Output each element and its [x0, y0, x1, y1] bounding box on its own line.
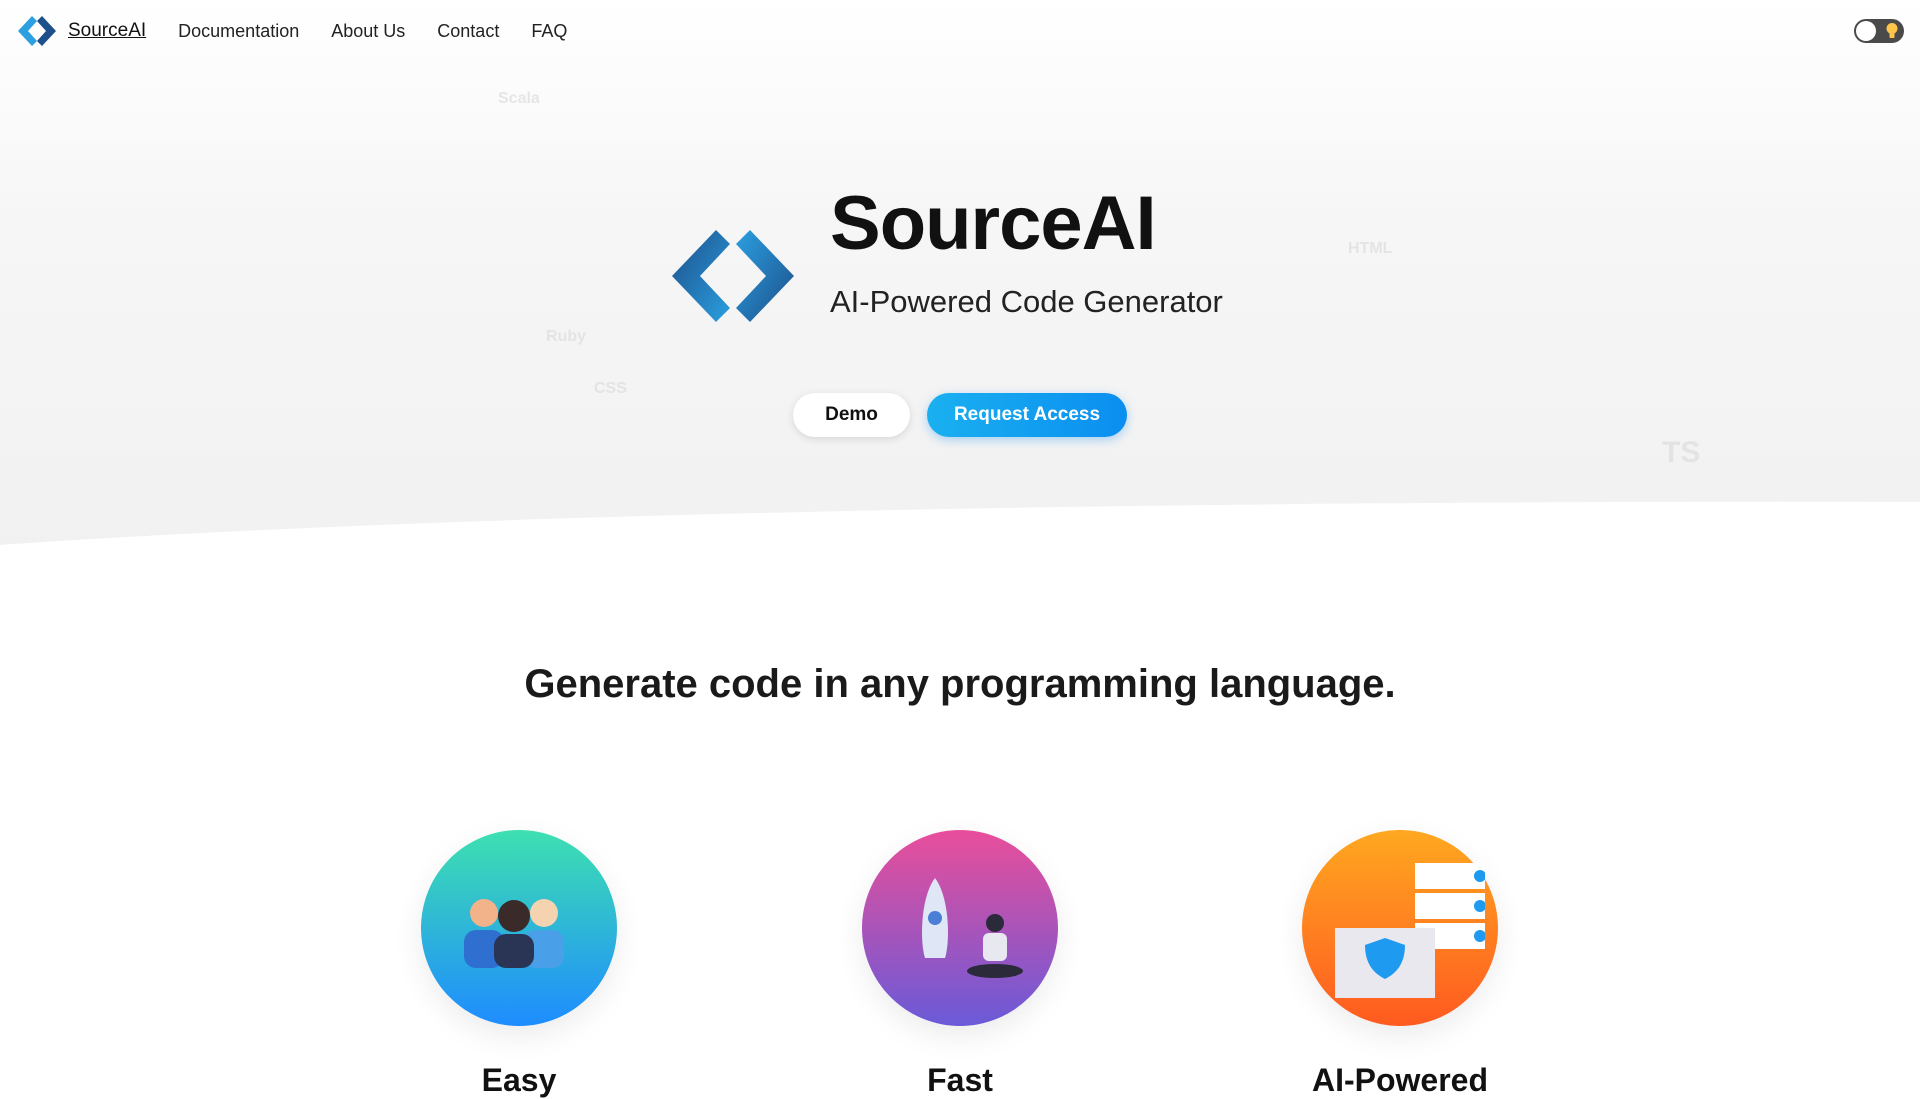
css-bg-icon: CSS — [594, 380, 627, 397]
hero-subtitle: AI-Powered Code Generator — [830, 284, 1223, 319]
sourceai-logo-icon — [18, 16, 56, 46]
nav-contact[interactable]: Contact — [437, 21, 499, 42]
brand-link[interactable]: SourceAI — [16, 14, 146, 48]
hero-logo-icon — [672, 230, 794, 322]
feature-label: Fast — [927, 1062, 993, 1098]
toggle-knob — [1856, 21, 1876, 41]
ruby-bg-icon: Ruby — [546, 328, 586, 345]
top-nav: SourceAI Documentation About Us Contact … — [0, 0, 1920, 62]
nav-about-us[interactable]: About Us — [331, 21, 405, 42]
brand-name: SourceAI — [68, 20, 147, 41]
security-server-illustration-icon — [1302, 830, 1498, 1026]
hero-section: Scala Ruby CSS HTML TS — [0, 0, 1920, 560]
demo-button[interactable]: Demo — [793, 393, 910, 437]
nav-faq[interactable]: FAQ — [531, 21, 567, 42]
lightbulb-icon — [1886, 23, 1898, 38]
scala-bg-icon: Scala — [498, 90, 540, 107]
feature-label: AI-Powered — [1311, 1062, 1489, 1098]
section-heading: Generate code in any programming languag… — [524, 662, 1396, 706]
feature-ai-powered: AI-Powered — [1302, 830, 1498, 1098]
hero-wave-divider — [0, 501, 1920, 560]
feature-fast: Fast — [862, 830, 1058, 1098]
request-access-button[interactable]: Request Access — [927, 393, 1127, 437]
theme-toggle[interactable] — [1854, 19, 1904, 43]
ts-bg-icon: TS — [1662, 436, 1701, 469]
rocket-illustration-icon — [862, 830, 1058, 1026]
feature-label: Easy — [481, 1062, 557, 1098]
people-illustration-icon — [421, 830, 617, 1026]
nav-documentation[interactable]: Documentation — [178, 21, 299, 42]
feature-easy: Easy — [421, 830, 617, 1098]
hero-title: SourceAI — [830, 181, 1157, 266]
html-bg-icon: HTML — [1348, 240, 1393, 257]
